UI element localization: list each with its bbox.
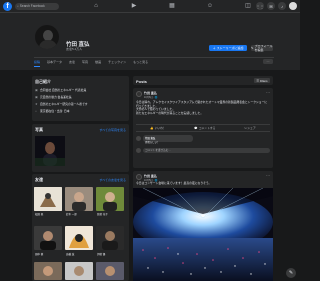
post-text: 今日はコンサート会場に来ています！最高の夜になりそう。: [136, 181, 212, 185]
more-options-button[interactable]: ···: [263, 59, 273, 64]
post-timestamp[interactable]: 10月6日 · 🌐: [144, 95, 158, 99]
intro-item: ⌂ 東京都在住・出身: 日本: [35, 109, 70, 113]
share-button[interactable]: ↪ シェア: [244, 126, 256, 130]
friend-photo[interactable]: [34, 262, 62, 280]
briefcase-icon: ▣: [35, 95, 38, 99]
comment-button[interactable]: 💬 コメントする: [194, 126, 215, 130]
home-icon[interactable]: ⌂: [92, 2, 100, 10]
filters-button[interactable]: ☰ Filters: [254, 78, 270, 83]
marketplace-icon[interactable]: ▦: [168, 2, 176, 10]
comment-author[interactable]: 竹田 直弘: [145, 137, 155, 140]
tab-about[interactable]: 基本データ: [47, 60, 62, 67]
post-photo[interactable]: [133, 188, 273, 281]
pencil-icon: ✎: [251, 46, 254, 50]
divider: [136, 124, 270, 125]
tab-posts[interactable]: 投稿: [34, 60, 41, 67]
post-text: 今日は晴れ。アレクセイスクワイアスタジアムで開かれたオートマ業界の新製品発表会と…: [136, 100, 268, 115]
comment-input[interactable]: コメントを書き込む…: [143, 148, 270, 153]
comment-text: 素晴らしい！: [145, 141, 160, 144]
home-icon: ⌂: [35, 109, 37, 113]
plus-icon: ＋: [212, 46, 216, 50]
see-all-photos-link[interactable]: すべての写真を見る: [99, 128, 126, 132]
tab-divider: [34, 57, 274, 58]
author-avatar[interactable]: [136, 91, 142, 97]
comment-bubble: 竹田 直弘 素晴らしい！: [143, 135, 193, 144]
see-all-friends-link[interactable]: すべての友達を見る: [99, 178, 126, 182]
divider: [136, 131, 270, 132]
profile-tabs: 投稿 基本データ 友達 写真 動画 チェックイン もっと見る: [34, 60, 148, 67]
search-placeholder: Search Facebook: [19, 4, 45, 8]
friend-photo[interactable]: [96, 187, 124, 211]
edit-profile-button[interactable]: ✎ プロフィールを編集: [251, 44, 273, 52]
search-icon: ⌕: [17, 4, 19, 8]
intro-item: ★ 自然のエネルギー研究の第一人者です: [35, 102, 88, 106]
top-navigation-bar: f ⌕ Search Facebook ⌂ ▶ ▦ ☺ ◫ ⋮⋮ ✉ ♪: [0, 0, 300, 13]
friend-photo[interactable]: [65, 226, 93, 250]
intro-card: 自己紹介 ▣ 合同会社 自然のエネルギー 代表社員 ▣ 元自然の動力 会長兼社長…: [32, 76, 129, 121]
friend-photo[interactable]: [96, 226, 124, 250]
friend-photo[interactable]: [34, 226, 62, 250]
friend-count[interactable]: 友達5.4万人: [66, 47, 82, 51]
tab-friends[interactable]: 友達: [69, 60, 75, 67]
concert-image: [133, 188, 273, 281]
author-avatar[interactable]: [136, 174, 142, 180]
photo-thumbnail[interactable]: [35, 136, 65, 166]
friend-photo[interactable]: [65, 187, 93, 211]
friends-card: 友達 すべての友達を見る 松田 進 鈴木 一郎 佐藤 花子 田中 健 高橋 誠 …: [32, 174, 129, 281]
menu-icon[interactable]: ⋮⋮: [256, 2, 264, 10]
intro-item: ▣ 元自然の動力 会長兼社長: [35, 95, 72, 99]
friend-name[interactable]: 高橋 誠: [66, 252, 74, 256]
portrait-photo: [35, 136, 65, 166]
friend-name[interactable]: 佐藤 花子: [97, 212, 108, 216]
commenter-avatar[interactable]: [136, 136, 141, 141]
friend-name[interactable]: 鈴木 一郎: [66, 212, 77, 216]
friend-name[interactable]: 伊藤 優: [97, 252, 105, 256]
briefcase-icon: ▣: [35, 88, 38, 92]
friend-photo[interactable]: [96, 262, 124, 280]
post-actions: 👍 いいね！ 💬 コメントする ↪ シェア: [136, 126, 270, 130]
tab-checkins[interactable]: チェックイン: [108, 60, 126, 67]
new-message-button[interactable]: ✎: [286, 268, 296, 278]
star-icon: ★: [35, 102, 38, 106]
messenger-icon[interactable]: ✉: [267, 2, 275, 10]
post-options-icon[interactable]: ···: [266, 90, 270, 95]
watch-icon[interactable]: ▶: [130, 2, 138, 10]
tab-photos[interactable]: 写真: [82, 60, 88, 67]
photos-card: 写真 すべての写真を見る: [32, 124, 129, 172]
notifications-icon[interactable]: ♪: [278, 2, 286, 10]
add-story-button[interactable]: ＋ ストーリーズに追加: [209, 45, 247, 51]
profile-picture[interactable]: [34, 24, 60, 50]
like-button[interactable]: 👍 いいね！: [150, 126, 165, 130]
gaming-icon[interactable]: ◫: [244, 2, 252, 10]
posts-header: Posts ☰ Filters: [133, 76, 273, 85]
friend-name[interactable]: 松田 進: [35, 212, 43, 216]
friends-title: 友達: [35, 177, 43, 182]
intro-title: 自己紹介: [35, 79, 51, 84]
search-input[interactable]: ⌕ Search Facebook: [15, 2, 59, 10]
intro-item: ▣ 合同会社 自然のエネルギー 代表社員: [35, 88, 87, 92]
friend-photo[interactable]: [34, 187, 62, 211]
tab-more[interactable]: もっと見る: [133, 60, 148, 67]
facebook-logo-icon[interactable]: f: [3, 1, 12, 11]
tab-videos[interactable]: 動画: [95, 60, 101, 67]
account-avatar[interactable]: [289, 2, 297, 10]
my-avatar: [136, 148, 141, 153]
friend-photo[interactable]: [65, 262, 93, 280]
post-options-icon[interactable]: ···: [266, 173, 270, 178]
groups-icon[interactable]: ☺: [206, 2, 214, 10]
post-card: 竹田 直弘 10月6日 · 🌐 ··· 今日は晴れ。アレクセイスクワイアスタジア…: [133, 88, 273, 168]
friend-name[interactable]: 田中 健: [35, 252, 43, 256]
sliders-icon: ☰: [256, 78, 259, 83]
posts-title: Posts: [136, 78, 147, 84]
photos-title: 写真: [35, 127, 43, 132]
